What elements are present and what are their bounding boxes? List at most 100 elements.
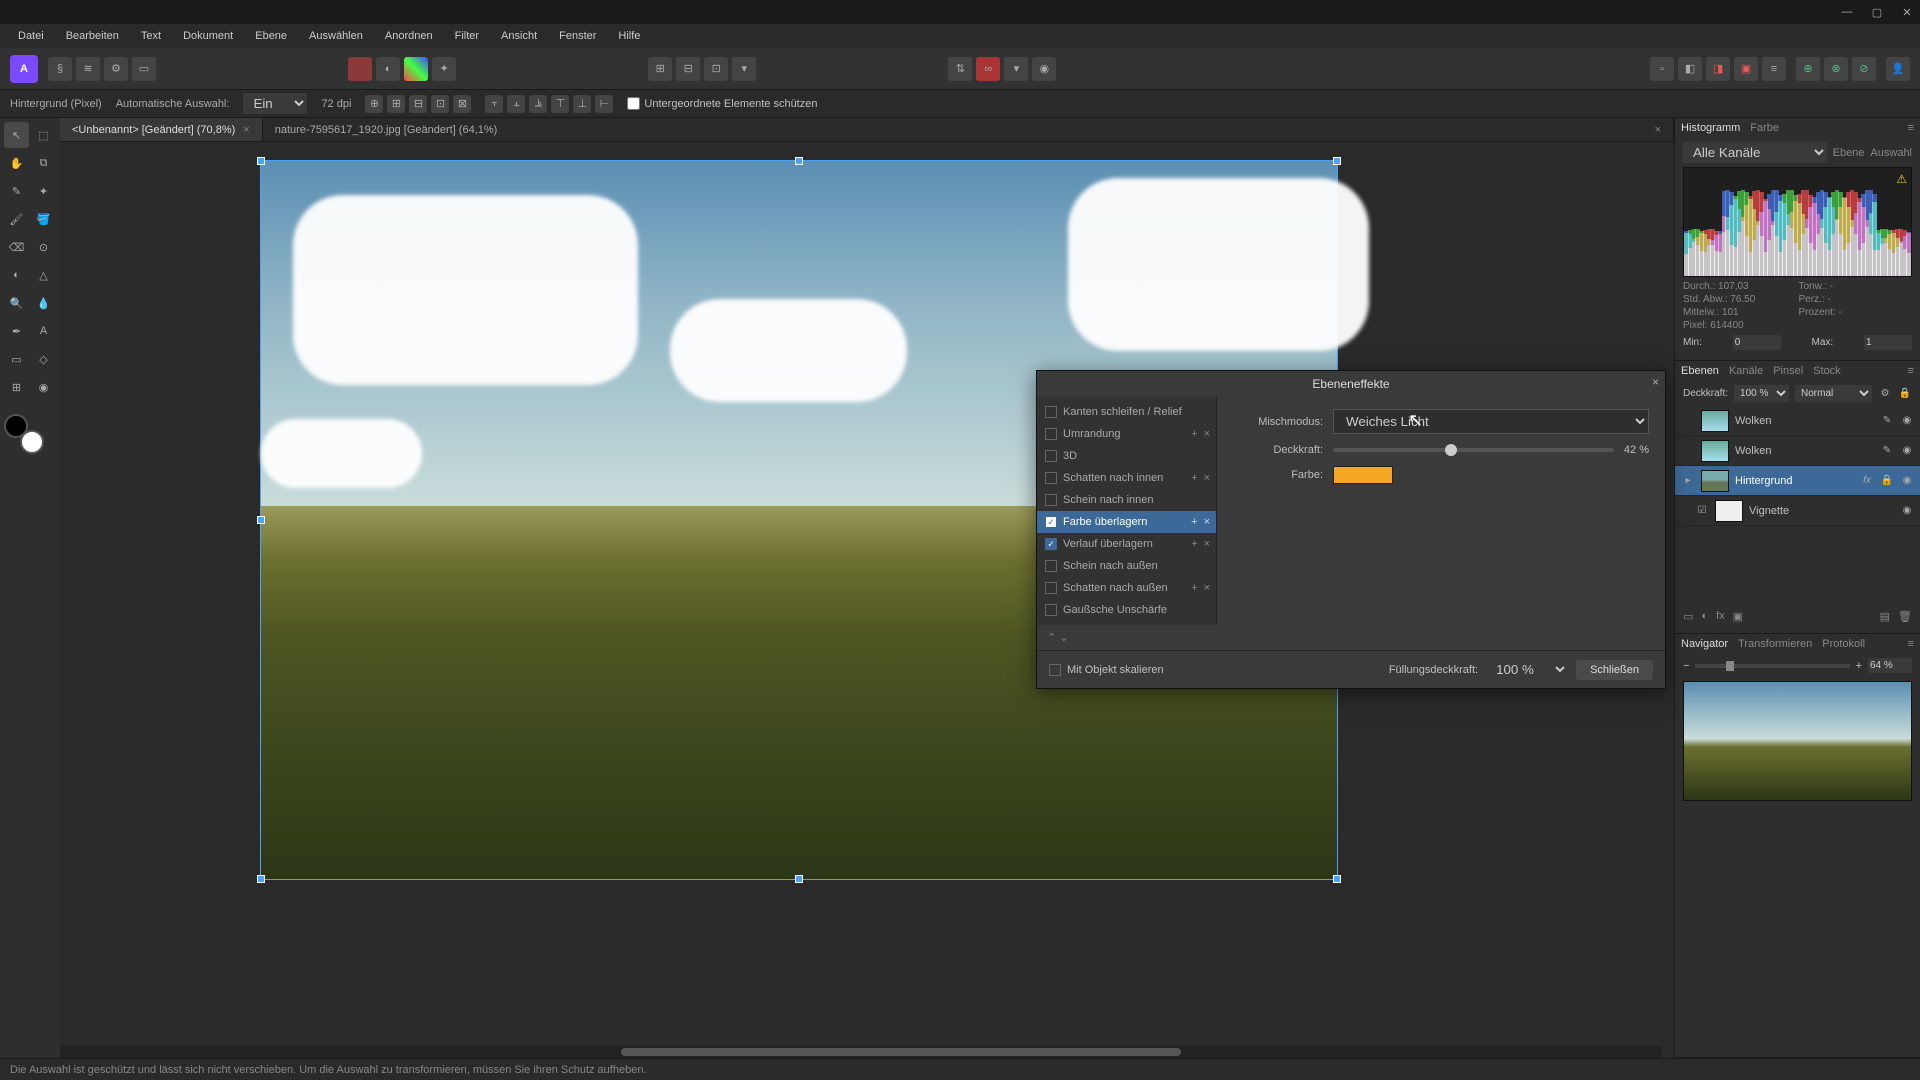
dialog-nav-arrows[interactable]: ⌃ ⌄: [1037, 625, 1665, 650]
visibility-icon[interactable]: ◉: [1900, 505, 1914, 516]
tab-kanaele[interactable]: Kanäle: [1729, 365, 1763, 377]
erase-tool[interactable]: ⌫: [4, 234, 29, 260]
scale-with-object-checkbox[interactable]: Mit Objekt skalieren: [1049, 664, 1164, 676]
opacity-slider[interactable]: [1333, 448, 1614, 452]
fx-item-7[interactable]: Schein nach außen: [1037, 555, 1216, 577]
menu-ebene[interactable]: Ebene: [245, 27, 297, 45]
doc-tab-1[interactable]: <Unbenannt> [Geändert] (70,8%) ×: [60, 118, 263, 141]
fx-checkbox[interactable]: [1045, 472, 1057, 484]
add-layer-icon[interactable]: ▤: [1880, 610, 1890, 623]
window-close[interactable]: ✕: [1898, 3, 1916, 21]
arrange-icon[interactable]: ⇅: [948, 57, 972, 81]
layers-lock-icon[interactable]: 🔒: [1898, 388, 1912, 399]
align-v2-icon[interactable]: ⊥: [573, 95, 591, 113]
expand-icon[interactable]: ▸: [1681, 475, 1695, 486]
navigator-preview[interactable]: [1683, 681, 1912, 801]
fill-opacity-select[interactable]: 100 %: [1486, 659, 1568, 680]
fx-item-8[interactable]: Schatten nach außen+×: [1037, 577, 1216, 599]
fx-add-icon[interactable]: +: [1191, 516, 1197, 528]
crop-tool[interactable]: ⧉: [31, 150, 56, 176]
fx-checkbox[interactable]: [1045, 560, 1057, 572]
fx-item-4[interactable]: Schein nach innen: [1037, 489, 1216, 511]
align-icon[interactable]: ≡: [1762, 57, 1786, 81]
zoom-in-icon[interactable]: +: [1856, 660, 1862, 672]
fx-checkbox[interactable]: [1045, 450, 1057, 462]
checkbox-icon[interactable]: ☑: [1695, 505, 1709, 516]
rectangle-tool[interactable]: ▭: [4, 346, 29, 372]
doc-tab-1-close[interactable]: ×: [243, 124, 249, 136]
grid-icon[interactable]: ⊞: [648, 57, 672, 81]
flood-select-tool[interactable]: ✦: [31, 178, 56, 204]
fx-item-6[interactable]: ✓Verlauf überlagern+×: [1037, 533, 1216, 555]
zoom-tool[interactable]: 🔍: [4, 290, 29, 316]
persona-liquify-icon[interactable]: ≋: [76, 57, 100, 81]
delete-layer-icon[interactable]: 🗑: [1898, 610, 1912, 623]
blend-mode-select[interactable]: Weiches Licht: [1333, 409, 1649, 434]
fx-checkbox[interactable]: [1045, 406, 1057, 418]
fill-tool[interactable]: 🪣: [31, 206, 56, 232]
snap4-icon[interactable]: ⊡: [431, 95, 449, 113]
menu-fenster[interactable]: Fenster: [549, 27, 606, 45]
tool-icon-a[interactable]: ◐: [376, 57, 400, 81]
adjust-icon[interactable]: ◐: [1701, 610, 1708, 623]
align-h3-icon[interactable]: ⫡: [529, 95, 547, 113]
fx-add-icon[interactable]: +: [1191, 582, 1197, 594]
link-icon[interactable]: ✎: [1880, 415, 1894, 426]
visibility-icon[interactable]: ◉: [1900, 445, 1914, 456]
tab-navigator[interactable]: Navigator: [1681, 638, 1728, 650]
dropdown-icon[interactable]: ▾: [732, 57, 756, 81]
horizontal-scrollbar-thumb[interactable]: [621, 1048, 1182, 1056]
protect-checkbox[interactable]: Untergeordnete Elemente schützen: [627, 97, 817, 110]
fx-remove-icon[interactable]: ×: [1204, 582, 1210, 594]
add2-icon[interactable]: ⊗: [1824, 57, 1848, 81]
nav-menu-icon[interactable]: ≡: [1908, 638, 1914, 650]
menu-filter[interactable]: Filter: [445, 27, 489, 45]
view-tool[interactable]: ✋: [4, 150, 29, 176]
blur-tool[interactable]: 💧: [31, 290, 56, 316]
zoom-value[interactable]: [1868, 658, 1912, 673]
align-h2-icon[interactable]: ⫠: [507, 95, 525, 113]
menu-auswaehlen[interactable]: Auswählen: [299, 27, 373, 45]
fx-checkbox[interactable]: [1045, 582, 1057, 594]
selection-brush-tool[interactable]: ✎: [4, 178, 29, 204]
fx-checkbox[interactable]: [1045, 494, 1057, 506]
layer-hintergrund[interactable]: ▸ Hintergrund fx 🔒 ◉: [1675, 466, 1920, 496]
layer-op4-icon[interactable]: ▣: [1734, 57, 1758, 81]
persona-export-icon[interactable]: ▭: [132, 57, 156, 81]
node-tool[interactable]: ⬚: [31, 122, 56, 148]
menu-hilfe[interactable]: Hilfe: [608, 27, 650, 45]
menu-datei[interactable]: Datei: [8, 27, 54, 45]
tab-transformieren[interactable]: Transformieren: [1738, 638, 1812, 650]
align-v3-icon[interactable]: ⊢: [595, 95, 613, 113]
fx-remove-icon[interactable]: ×: [1204, 428, 1210, 440]
fx-item-9[interactable]: Gaußsche Unschärfe: [1037, 599, 1216, 621]
fx-add-icon[interactable]: +: [1191, 538, 1197, 550]
mask-icon[interactable]: ▭: [1683, 610, 1693, 623]
max-input[interactable]: [1864, 335, 1912, 350]
dodge-tool[interactable]: ◐: [4, 262, 29, 288]
menu-ansicht[interactable]: Ansicht: [491, 27, 547, 45]
fx-checkbox[interactable]: [1045, 428, 1057, 440]
add-icon[interactable]: ⊕: [1796, 57, 1820, 81]
fx-checkbox[interactable]: ✓: [1045, 538, 1057, 550]
menu-dokument[interactable]: Dokument: [173, 27, 243, 45]
window-minimize[interactable]: —: [1838, 3, 1856, 21]
color-wheel-icon[interactable]: [404, 57, 428, 81]
group-icon[interactable]: ▣: [1733, 610, 1743, 623]
close-button[interactable]: Schließen: [1576, 660, 1653, 680]
panel-menu-icon[interactable]: ≡: [1908, 122, 1914, 134]
tab-ebenen[interactable]: Ebenen: [1681, 365, 1719, 377]
fx-add-icon[interactable]: +: [1191, 428, 1197, 440]
fx-icon[interactable]: fx: [1716, 610, 1725, 623]
fx-item-1[interactable]: Umrandung+×: [1037, 423, 1216, 445]
foreground-color-swatch[interactable]: [20, 430, 44, 454]
snap3-icon[interactable]: ⊟: [409, 95, 427, 113]
tool-icon-b[interactable]: ✦: [432, 57, 456, 81]
grid3-icon[interactable]: ⊡: [704, 57, 728, 81]
layers-gear-icon[interactable]: ⚙: [1878, 388, 1892, 399]
fx-remove-icon[interactable]: ×: [1204, 538, 1210, 550]
fx-item-0[interactable]: Kanten schleifen / Relief: [1037, 401, 1216, 423]
dialog-close-icon[interactable]: ×: [1652, 375, 1659, 389]
warning-icon[interactable]: ⚠: [1896, 172, 1907, 186]
smudge-tool[interactable]: △: [31, 262, 56, 288]
